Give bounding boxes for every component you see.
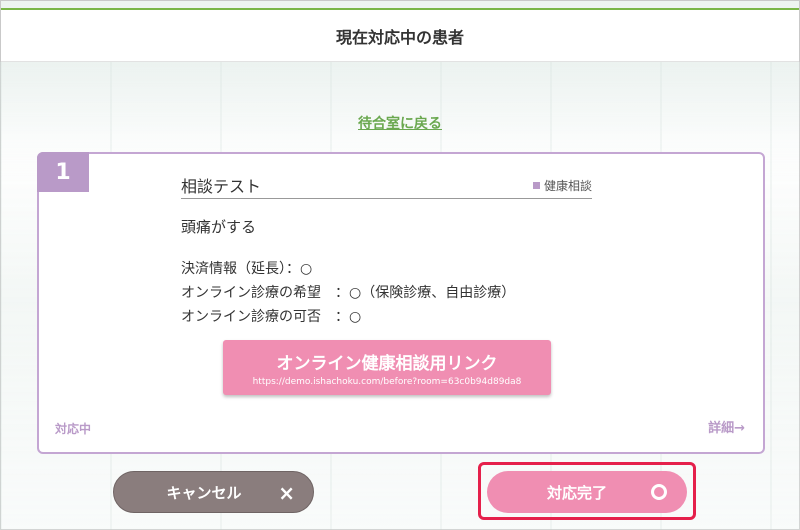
payment-info: 決済情報（延長）：○ [181,261,313,277]
category-square-icon [532,182,540,189]
symptom-text: 頭痛がする [181,218,257,236]
online-consultation-link-button[interactable]: オンライン健康相談用リンク https://demo.ishachoku.com… [223,340,551,395]
back-link-container: 待合室に戻る [0,113,800,133]
category-label: 健康相談 [543,179,592,193]
cancel-button[interactable]: キャンセル × [113,471,314,513]
status-label: 対応中 [55,422,92,436]
complete-button[interactable]: 対応完了 [487,471,687,513]
complete-button-label: 対応完了 [546,483,607,502]
details-link[interactable]: 詳細→ [708,417,745,436]
page-title: 現在対応中の患者 [335,27,464,47]
card-title: 相談テスト [181,177,262,196]
card-number-badge: 1 [37,152,89,192]
link-button-label: オンライン健康相談用リンク [276,353,498,374]
online-availability-info: オンライン診療の可否 ：○ [181,309,362,325]
header-bar: 現在対応中の患者 [1,8,799,62]
link-button-url: https://demo.ishachoku.com/before?room=6… [252,376,522,387]
close-icon: × [278,481,295,505]
cancel-button-label: キャンセル [166,483,242,502]
circle-icon [651,484,667,500]
patient-card: 1 相談テスト 健康相談 頭痛がする 決済情報（延長）：○ オンライン診療の希望… [37,152,765,454]
online-preference-info: オンライン診療の希望 ：○（保険診療、自由診療） [181,285,516,301]
card-title-row: 相談テスト 健康相談 [181,171,592,199]
category-tag: 健康相談 [532,177,592,194]
back-to-waiting-room-link[interactable]: 待合室に戻る [358,116,442,132]
